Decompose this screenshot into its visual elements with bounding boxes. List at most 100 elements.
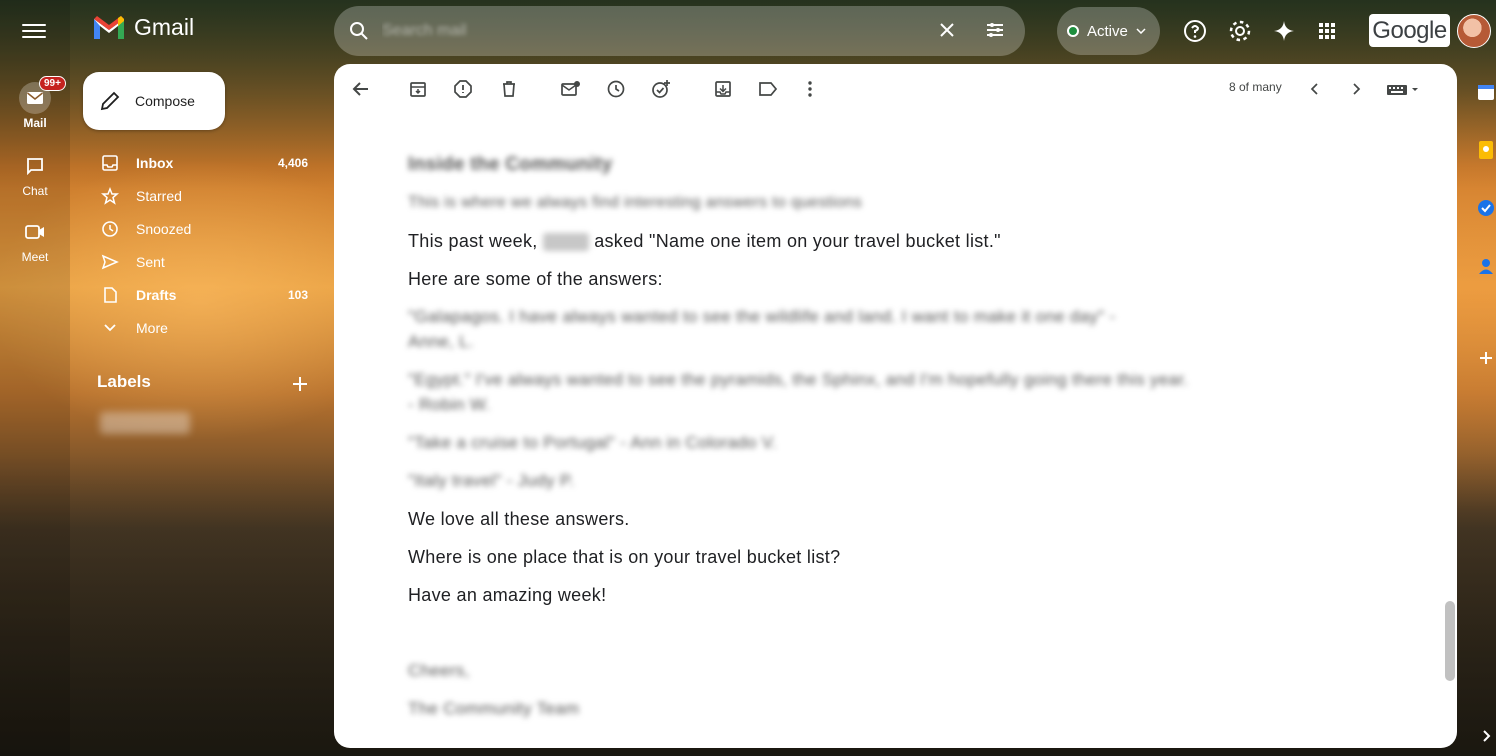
add-to-tasks-button[interactable] bbox=[650, 78, 672, 100]
video-camera-icon bbox=[19, 216, 51, 248]
nav-item-label: Inbox bbox=[136, 154, 174, 171]
contacts-app-button[interactable] bbox=[1476, 256, 1496, 276]
star-icon bbox=[100, 186, 120, 206]
chevron-down-icon bbox=[100, 318, 120, 338]
mark-unread-button[interactable] bbox=[560, 78, 582, 100]
hide-side-panel-button[interactable] bbox=[1476, 726, 1496, 746]
rail-mail[interactable]: 99+ Mail bbox=[0, 76, 70, 130]
blurred-answer-2-name: - Robin W. bbox=[408, 395, 491, 414]
tasks-app-button[interactable] bbox=[1476, 198, 1496, 218]
labels-heading: Labels bbox=[97, 372, 151, 391]
tasks-icon bbox=[1478, 200, 1494, 216]
calendar-icon bbox=[1478, 85, 1494, 100]
back-button[interactable] bbox=[350, 78, 372, 100]
avatar[interactable] bbox=[1457, 14, 1491, 48]
main-menu-button[interactable] bbox=[22, 20, 46, 40]
archive-icon bbox=[410, 82, 426, 97]
body-line-5: Have an amazing week! bbox=[408, 585, 607, 605]
snooze-button[interactable] bbox=[605, 78, 627, 100]
blurred-intro: This is where we always find interesting… bbox=[408, 194, 863, 211]
rail-chat[interactable]: Chat bbox=[0, 150, 70, 198]
nav-item-inbox[interactable]: Inbox 4,406 bbox=[82, 146, 322, 179]
more-actions-button[interactable] bbox=[799, 78, 821, 100]
report-spam-button[interactable] bbox=[452, 78, 474, 100]
dropdown-arrow-icon bbox=[1136, 28, 1146, 34]
gear-icon bbox=[1229, 20, 1251, 42]
clear-search-icon[interactable] bbox=[939, 18, 955, 44]
nav-item-sent[interactable]: Sent bbox=[82, 245, 322, 278]
add-app-button[interactable] bbox=[1476, 348, 1496, 368]
newer-button[interactable] bbox=[1304, 78, 1326, 100]
nav-item-drafts[interactable]: Drafts 103 bbox=[82, 278, 322, 311]
clock-icon bbox=[100, 219, 120, 239]
keep-app-button[interactable] bbox=[1476, 140, 1496, 160]
archive-button[interactable] bbox=[407, 78, 429, 100]
status-dot bbox=[1067, 25, 1079, 37]
blurred-heading: Inside the Community bbox=[408, 154, 613, 175]
grid-icon bbox=[1319, 23, 1335, 39]
arrow-left-icon bbox=[352, 82, 368, 96]
compose-button[interactable]: Compose bbox=[83, 72, 225, 130]
search-icon[interactable] bbox=[348, 20, 370, 47]
blurred-answer-3: "Take a cruise to Portugal" - Ann in Col… bbox=[408, 433, 777, 452]
keyboard-icon bbox=[1387, 85, 1418, 95]
blurred-label-item[interactable] bbox=[100, 412, 190, 434]
apps-button[interactable] bbox=[1314, 18, 1340, 44]
labels-button[interactable] bbox=[757, 78, 779, 100]
body-line-1: This past week, asked "Name one item on … bbox=[408, 231, 1001, 252]
more-vertical-icon bbox=[808, 81, 812, 97]
blurred-answer-1: "Galapagos. I have always wanted to see … bbox=[408, 307, 1116, 326]
label-icon bbox=[759, 82, 778, 96]
support-button[interactable] bbox=[1182, 18, 1208, 44]
rail-meet-label: Meet bbox=[21, 250, 49, 264]
blurred-signoff: Cheers, bbox=[408, 661, 470, 680]
blurred-answer-1-name: Anne, L. bbox=[408, 332, 474, 351]
blurred-answer-2: "Egypt." I've always wanted to see the p… bbox=[408, 370, 1189, 389]
gmail-logo-icon bbox=[94, 15, 124, 39]
clock-icon bbox=[607, 80, 625, 98]
compose-label: Compose bbox=[135, 93, 195, 109]
nav-item-label: Drafts bbox=[136, 286, 177, 303]
status-selector[interactable]: Active bbox=[1057, 7, 1160, 55]
inbox-icon bbox=[100, 153, 120, 173]
chevron-right-icon bbox=[1483, 730, 1491, 742]
move-to-button[interactable] bbox=[712, 78, 734, 100]
gmail-logo[interactable]: Gmail bbox=[92, 14, 194, 41]
folder-nav: Inbox 4,406 Starred Snoozed Sent Drafts … bbox=[82, 146, 322, 344]
body-line-1-end: asked "Name one item on your travel buck… bbox=[594, 231, 1001, 251]
body-line-2: Here are some of the answers: bbox=[408, 269, 663, 289]
blurred-answer-4: "Italy travel" - Judy P. bbox=[408, 471, 575, 490]
plus-icon bbox=[1480, 352, 1492, 364]
nav-item-label: Sent bbox=[136, 253, 165, 270]
google-account-logo[interactable]: Google bbox=[1369, 14, 1450, 47]
search-input[interactable] bbox=[382, 18, 862, 44]
input-tools-button[interactable] bbox=[1384, 78, 1424, 100]
body-line-3: We love all these answers. bbox=[408, 509, 630, 529]
nav-item-label: Snoozed bbox=[136, 220, 192, 237]
add-label-button[interactable] bbox=[292, 372, 308, 398]
settings-button[interactable] bbox=[1227, 18, 1253, 44]
status-label: Active bbox=[1087, 22, 1128, 40]
nav-item-snoozed[interactable]: Snoozed bbox=[82, 212, 322, 245]
task-add-icon bbox=[652, 80, 670, 98]
trash-icon bbox=[503, 81, 515, 97]
report-icon bbox=[454, 80, 472, 98]
rail-meet[interactable]: Meet bbox=[0, 216, 70, 264]
nav-item-more[interactable]: More bbox=[82, 311, 322, 344]
plus-icon bbox=[293, 377, 307, 391]
search-options-icon[interactable] bbox=[984, 19, 1006, 46]
older-button[interactable] bbox=[1345, 78, 1367, 100]
move-icon bbox=[715, 81, 731, 97]
nav-item-label: More bbox=[136, 319, 168, 336]
scrollbar-thumb[interactable] bbox=[1445, 601, 1455, 681]
gemini-button[interactable] bbox=[1271, 18, 1297, 44]
nav-item-starred[interactable]: Starred bbox=[82, 179, 322, 212]
sparkle-icon bbox=[1274, 21, 1294, 41]
pager-text: 8 of many bbox=[1229, 80, 1282, 94]
blurred-signature: The Community Team bbox=[408, 699, 580, 718]
calendar-app-button[interactable] bbox=[1476, 82, 1496, 102]
pencil-icon bbox=[100, 91, 120, 111]
delete-button[interactable] bbox=[498, 78, 520, 100]
chevron-left-icon bbox=[1310, 83, 1318, 95]
search-bar bbox=[334, 6, 1025, 56]
